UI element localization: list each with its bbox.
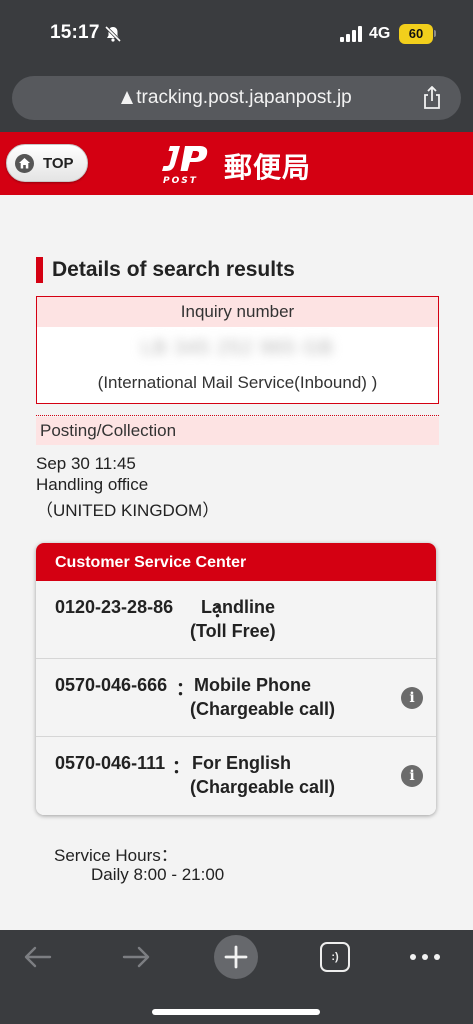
phone-type: Mobile Phone [194, 675, 311, 695]
address-bar[interactable]: tracking.post.japanpost.jp [12, 76, 461, 120]
phone-type: Landline [201, 597, 276, 617]
phone-row-mobile[interactable]: 0570-046-666 ： Mobile Phone (Chargeable … [36, 659, 436, 737]
logo-text: POST [163, 176, 198, 186]
tabs-icon[interactable]: :) [320, 942, 350, 972]
url-text: tracking.post.japanpost.jp [136, 87, 352, 108]
home-indicator [152, 1009, 320, 1015]
info-icon[interactable]: i [401, 765, 423, 787]
bell-muted-icon [104, 25, 122, 43]
inquiry-label: Inquiry number [37, 297, 438, 327]
posting-date: Sep 30 11:45 [36, 454, 136, 473]
posting-label: Posting/Collection [36, 417, 439, 445]
posting-country: （UNITED KINGDOM） [36, 501, 220, 520]
posting-office: Handling office [36, 475, 149, 494]
phone-row-english[interactable]: 0570-046-111 ： For English (Chargeable c… [36, 737, 436, 815]
main-content: Details of search results Inquiry number… [0, 195, 473, 930]
inquiry-box: Inquiry number LB 345 252 965 GB (Intern… [36, 296, 439, 404]
home-icon [15, 154, 34, 173]
back-arrow-icon[interactable] [22, 944, 54, 970]
phone-separator: ： [172, 757, 190, 777]
top-button[interactable]: TOP [6, 144, 88, 182]
divider [36, 415, 439, 416]
status-bar: 15:17 4G 60 [0, 0, 473, 70]
phone-separator: ： [176, 679, 194, 699]
phone-subtext: (Toll Free) [190, 621, 276, 641]
share-icon[interactable] [421, 86, 443, 110]
phone-row-landline[interactable]: 0120-23-28-86 ： Landline (Toll Free) [36, 581, 436, 659]
customer-service-title: Customer Service Center [36, 543, 436, 581]
browser-toolbar: :) [0, 930, 473, 1024]
phone-subtext: (Chargeable call) [190, 699, 336, 719]
service-hours-label: Service Hours： [54, 846, 178, 865]
forward-arrow-icon[interactable] [120, 944, 152, 970]
more-icon[interactable] [408, 953, 442, 961]
phone-type: For English [192, 753, 291, 773]
site-header: TOP POST 郵便局 [0, 132, 473, 195]
customer-service-card: Customer Service Center 0120-23-28-86 ： … [36, 543, 436, 815]
battery-icon: 60 [399, 24, 433, 44]
signal-icon [340, 26, 362, 42]
info-icon[interactable]: i [401, 687, 423, 709]
phone-number[interactable]: 0570-046-666 [55, 675, 167, 696]
new-tab-button[interactable] [214, 935, 258, 979]
top-button-label: TOP [43, 155, 74, 172]
battery-tip [434, 30, 436, 37]
japan-post-logo[interactable]: POST [160, 142, 216, 186]
phone-subtext: (Chargeable call) [190, 777, 336, 797]
address-bar-area: tracking.post.japanpost.jp [0, 70, 473, 132]
phone-number[interactable]: 0570-046-111 [55, 753, 165, 774]
plus-icon [224, 945, 248, 969]
url-display[interactable]: tracking.post.japanpost.jp [12, 87, 461, 109]
phone-number[interactable]: 0120-23-28-86 [55, 597, 173, 618]
site-title[interactable]: 郵便局 [224, 146, 311, 186]
network-type: 4G [369, 25, 391, 42]
lock-icon [121, 91, 134, 104]
inquiry-number: LB 345 252 965 GB [141, 337, 334, 359]
results-heading: Details of search results [36, 257, 295, 283]
status-time: 15:17 [50, 22, 100, 43]
service-hours-value: Daily 8:00 - 21:00 [91, 865, 225, 884]
inquiry-service: (International Mail Service(Inbound) ) [97, 373, 378, 392]
